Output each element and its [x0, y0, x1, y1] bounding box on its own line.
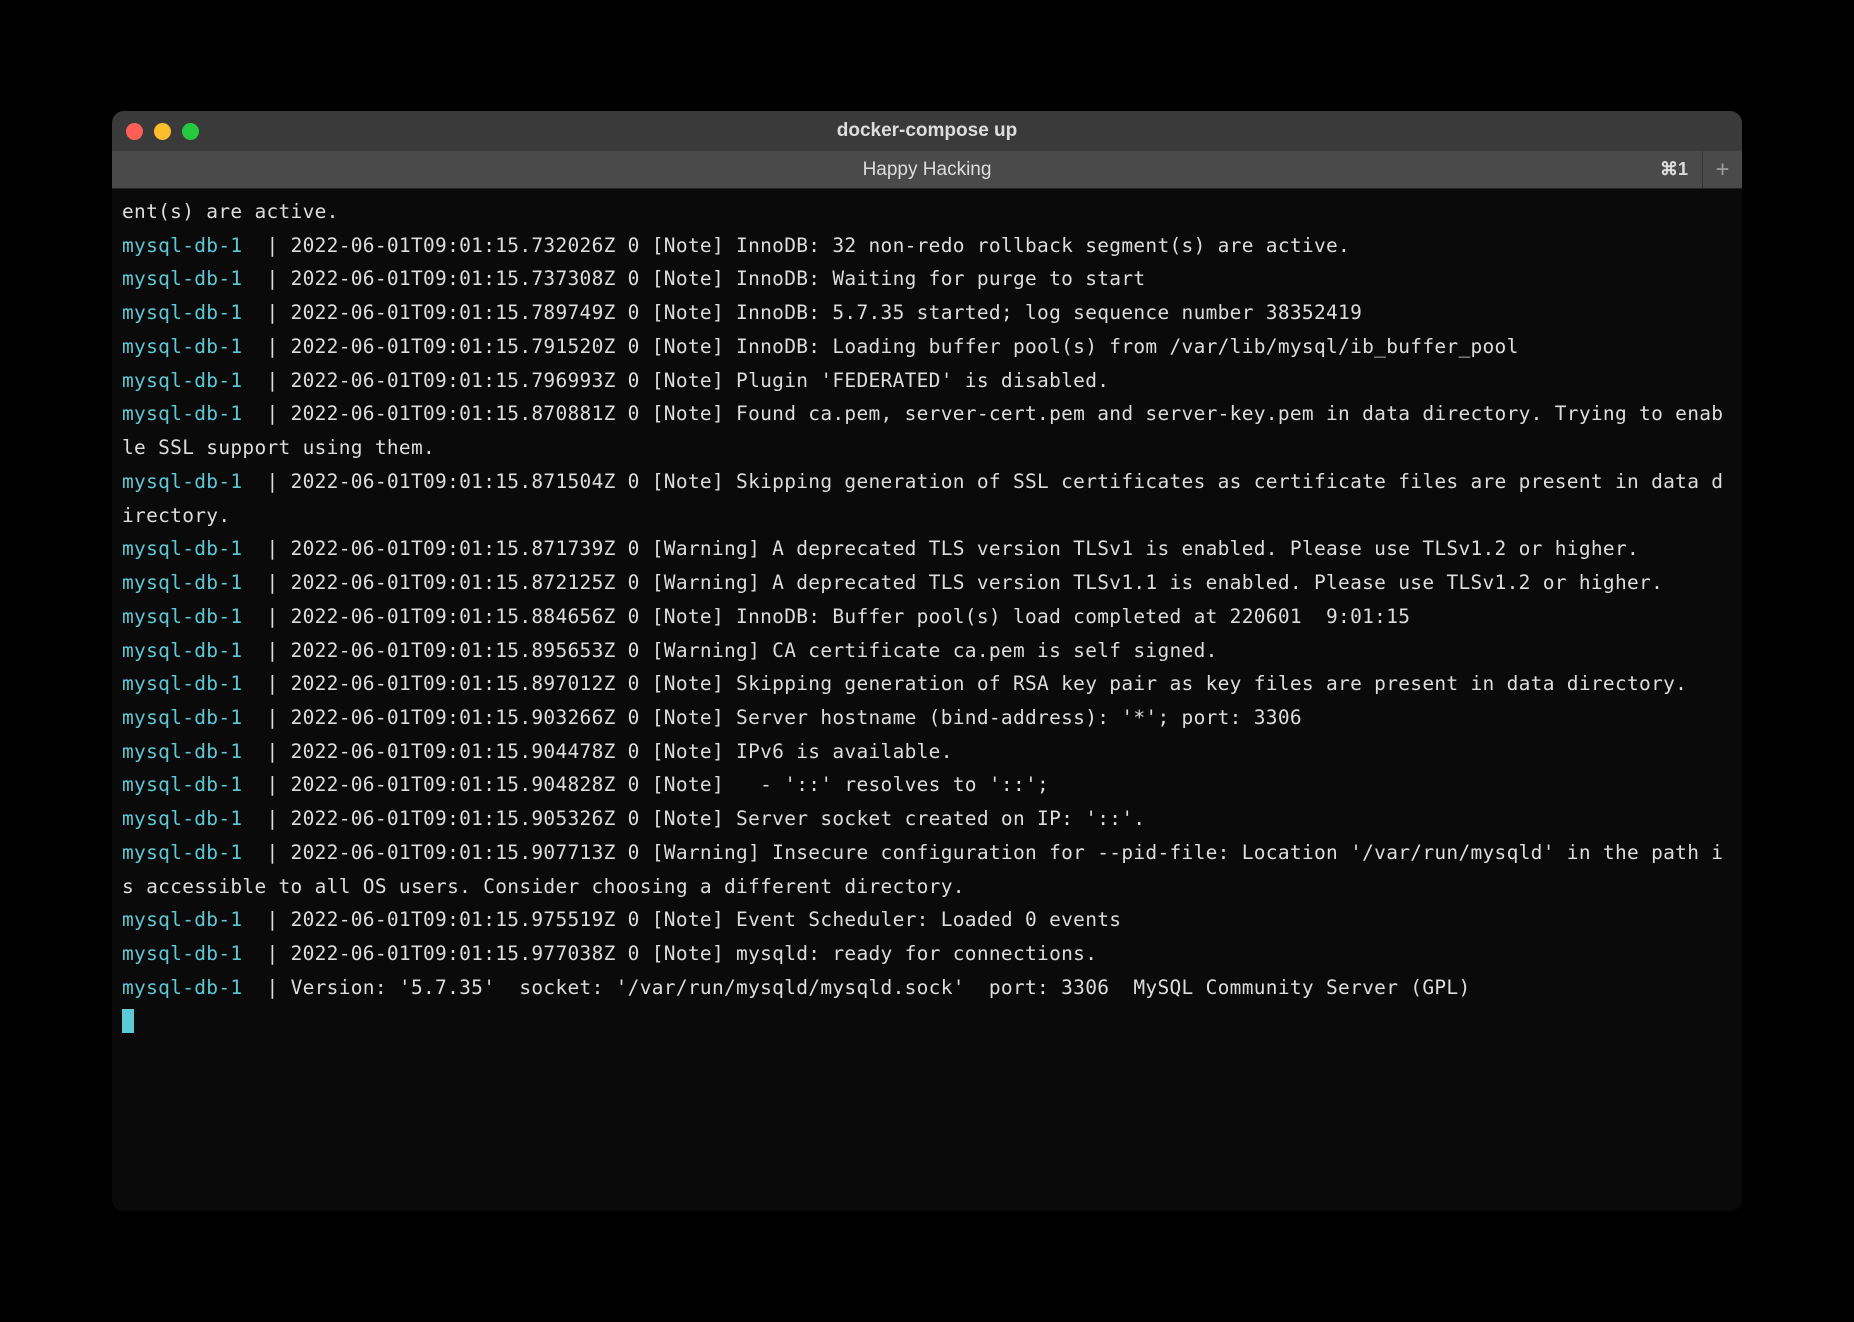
log-line: mysql-db-1 | 2022-06-01T09:01:15.897012Z…	[122, 667, 1732, 701]
log-prefix: mysql-db-1	[122, 639, 266, 662]
log-prefix: mysql-db-1	[122, 942, 266, 965]
log-prefix: mysql-db-1	[122, 571, 266, 594]
log-prefix: mysql-db-1	[122, 841, 266, 864]
traffic-lights	[126, 123, 199, 140]
new-tab-button[interactable]: +	[1702, 151, 1742, 188]
log-prefix: mysql-db-1	[122, 402, 266, 425]
log-prefix: mysql-db-1	[122, 537, 266, 560]
terminal-output[interactable]: ent(s) are active.mysql-db-1 | 2022-06-0…	[112, 189, 1742, 1211]
log-prefix: mysql-db-1	[122, 908, 266, 931]
log-message: | 2022-06-01T09:01:15.871739Z 0 [Warning…	[266, 537, 1639, 560]
log-line: mysql-db-1 | 2022-06-01T09:01:15.870881Z…	[122, 397, 1732, 464]
log-prefix: mysql-db-1	[122, 301, 266, 324]
plus-icon: +	[1716, 157, 1729, 182]
log-prefix: mysql-db-1	[122, 267, 266, 290]
titlebar[interactable]: docker-compose up	[112, 111, 1742, 151]
log-message: | 2022-06-01T09:01:15.884656Z 0 [Note] I…	[266, 605, 1410, 628]
log-line: mysql-db-1 | 2022-06-01T09:01:15.872125Z…	[122, 566, 1732, 600]
log-message: | 2022-06-01T09:01:15.903266Z 0 [Note] S…	[266, 706, 1301, 729]
log-line: mysql-db-1 | 2022-06-01T09:01:15.904828Z…	[122, 768, 1732, 802]
log-line: mysql-db-1 | 2022-06-01T09:01:15.732026Z…	[122, 229, 1732, 263]
log-prefix: mysql-db-1	[122, 369, 266, 392]
log-message: | 2022-06-01T09:01:15.904478Z 0 [Note] I…	[266, 740, 952, 763]
log-message: | 2022-06-01T09:01:15.975519Z 0 [Note] E…	[266, 908, 1121, 931]
log-message: | 2022-06-01T09:01:15.905326Z 0 [Note] S…	[266, 807, 1145, 830]
terminal-window: docker-compose up Happy Hacking ⌘1 + ent…	[112, 111, 1742, 1211]
log-message: | 2022-06-01T09:01:15.897012Z 0 [Note] S…	[266, 672, 1687, 695]
log-line: mysql-db-1 | 2022-06-01T09:01:15.871739Z…	[122, 532, 1732, 566]
log-prefix: mysql-db-1	[122, 672, 266, 695]
log-message: | 2022-06-01T09:01:15.732026Z 0 [Note] I…	[266, 234, 1350, 257]
log-message: | 2022-06-01T09:01:15.977038Z 0 [Note] m…	[266, 942, 1097, 965]
log-line: mysql-db-1 | 2022-06-01T09:01:15.796993Z…	[122, 364, 1732, 398]
log-line: mysql-db-1 | 2022-06-01T09:01:15.895653Z…	[122, 634, 1732, 668]
close-button[interactable]	[126, 123, 143, 140]
log-message: | 2022-06-01T09:01:15.789749Z 0 [Note] I…	[266, 301, 1362, 324]
log-line: mysql-db-1 | 2022-06-01T09:01:15.907713Z…	[122, 836, 1732, 903]
log-line: mysql-db-1 | 2022-06-01T09:01:15.789749Z…	[122, 296, 1732, 330]
log-prefix: mysql-db-1	[122, 773, 266, 796]
log-message: | 2022-06-01T09:01:15.871504Z 0 [Note] S…	[122, 470, 1723, 527]
maximize-button[interactable]	[182, 123, 199, 140]
minimize-button[interactable]	[154, 123, 171, 140]
log-line: mysql-db-1 | 2022-06-01T09:01:15.737308Z…	[122, 262, 1732, 296]
log-prefix: mysql-db-1	[122, 470, 266, 493]
log-prefix: mysql-db-1	[122, 807, 266, 830]
terminal-cursor	[122, 1009, 134, 1033]
log-message: | 2022-06-01T09:01:15.870881Z 0 [Note] F…	[122, 402, 1723, 459]
log-prefix: mysql-db-1	[122, 605, 266, 628]
log-message: | 2022-06-01T09:01:15.895653Z 0 [Warning…	[266, 639, 1217, 662]
log-line: ent(s) are active.	[122, 195, 1732, 229]
log-message: | 2022-06-01T09:01:15.907713Z 0 [Warning…	[122, 841, 1723, 898]
log-line: mysql-db-1 | 2022-06-01T09:01:15.884656Z…	[122, 600, 1732, 634]
log-line: mysql-db-1 | 2022-06-01T09:01:15.975519Z…	[122, 903, 1732, 937]
log-message: | 2022-06-01T09:01:15.872125Z 0 [Warning…	[266, 571, 1663, 594]
log-line: mysql-db-1 | 2022-06-01T09:01:15.871504Z…	[122, 465, 1732, 532]
log-message: | 2022-06-01T09:01:15.904828Z 0 [Note] -…	[266, 773, 1049, 796]
log-message: | 2022-06-01T09:01:15.791520Z 0 [Note] I…	[266, 335, 1518, 358]
log-prefix: mysql-db-1	[122, 335, 266, 358]
log-line: mysql-db-1 | 2022-06-01T09:01:15.977038Z…	[122, 937, 1732, 971]
log-line: mysql-db-1 | Version: '5.7.35' socket: '…	[122, 971, 1732, 1005]
tabbar: Happy Hacking ⌘1 +	[112, 151, 1742, 189]
log-line: mysql-db-1 | 2022-06-01T09:01:15.904478Z…	[122, 735, 1732, 769]
log-message: | 2022-06-01T09:01:15.796993Z 0 [Note] P…	[266, 369, 1109, 392]
log-prefix: mysql-db-1	[122, 706, 266, 729]
log-prefix: mysql-db-1	[122, 234, 266, 257]
log-message: | 2022-06-01T09:01:15.737308Z 0 [Note] I…	[266, 267, 1145, 290]
tab-shortcut-label: ⌘1	[1646, 159, 1702, 180]
log-line: mysql-db-1 | 2022-06-01T09:01:15.905326Z…	[122, 802, 1732, 836]
log-line: mysql-db-1 | 2022-06-01T09:01:15.791520Z…	[122, 330, 1732, 364]
log-prefix: mysql-db-1	[122, 976, 266, 999]
tab-title[interactable]: Happy Hacking	[863, 159, 992, 181]
window-title: docker-compose up	[837, 120, 1018, 142]
log-message: | Version: '5.7.35' socket: '/var/run/my…	[266, 976, 1470, 999]
log-line: mysql-db-1 | 2022-06-01T09:01:15.903266Z…	[122, 701, 1732, 735]
log-prefix: mysql-db-1	[122, 740, 266, 763]
tab-right-controls: ⌘1 +	[1646, 151, 1742, 188]
